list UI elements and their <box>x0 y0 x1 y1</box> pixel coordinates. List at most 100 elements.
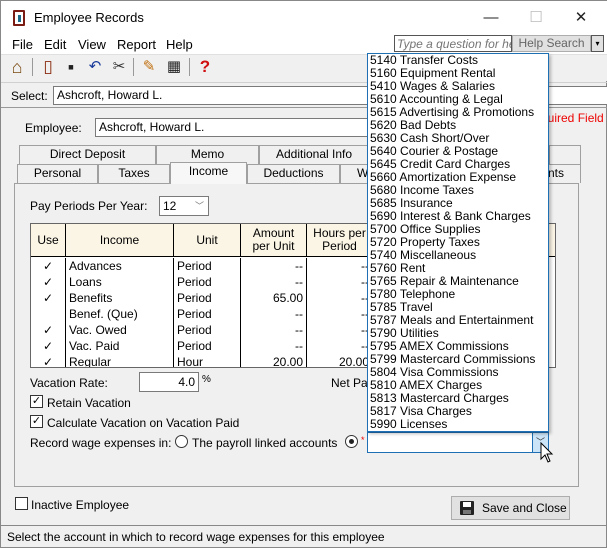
tab-income[interactable]: Income <box>170 162 247 184</box>
custom-account-radio[interactable] <box>345 435 358 448</box>
save-icon <box>460 501 474 515</box>
grid-cell-income[interactable]: Benef. (Que) <box>66 306 174 322</box>
vacation-rate-label: Vacation Rate: <box>30 376 108 390</box>
grid-cell-unit[interactable]: Hour <box>174 354 241 367</box>
help-icon[interactable]: ? <box>196 58 214 76</box>
menu-help[interactable]: Help <box>166 37 193 52</box>
calc-vacation-label: Calculate Vacation on Vacation Paid <box>47 416 240 430</box>
menu-file[interactable]: File <box>12 37 33 52</box>
grid-cell-use[interactable]: ✓ <box>31 290 66 306</box>
tab-direct-deposit[interactable]: Direct Deposit <box>19 145 156 164</box>
status-bar: Select the account in which to record wa… <box>1 525 607 548</box>
help-dropdown-button[interactable]: ▾ <box>591 35 604 52</box>
payroll-linked-radio[interactable] <box>175 435 188 448</box>
grid-header-amount: Amount per Unit <box>241 224 307 257</box>
retain-vacation-checkbox[interactable]: ✓ <box>30 395 43 408</box>
grid-cell-unit[interactable]: Period <box>174 274 241 290</box>
pay-periods-label: Pay Periods Per Year: <box>30 199 148 213</box>
calc-vacation-checkbox[interactable]: ✓ <box>30 415 43 428</box>
grid-cell-amount[interactable]: 20.00 <box>241 354 307 367</box>
grid-cell-unit[interactable]: Period <box>174 306 241 322</box>
grid-cell-hours[interactable]: -- <box>307 322 373 338</box>
grid-cell-use[interactable]: ✓ <box>31 354 66 367</box>
inactive-employee-checkbox[interactable] <box>15 497 28 510</box>
tab-additional-info[interactable]: Additional Info <box>259 145 369 164</box>
undo-icon[interactable]: ↶ <box>86 58 104 76</box>
mouse-cursor-icon <box>540 442 554 463</box>
grid-header-income: Income <box>66 224 174 257</box>
pay-periods-select[interactable]: 12 ﹀ <box>159 196 209 216</box>
toolbar-separator <box>32 58 33 76</box>
grid-cell-unit[interactable]: Period <box>174 290 241 306</box>
menu-report[interactable]: Report <box>117 37 156 52</box>
account-option[interactable]: 5990 Licenses <box>368 418 548 431</box>
employee-records-window: Employee Records — ☐ ✕ File Edit View Re… <box>0 0 607 548</box>
grid-cell-hours[interactable]: 20.00 <box>307 354 373 367</box>
grid-cell-amount[interactable]: -- <box>241 258 307 274</box>
grid-cell-unit[interactable]: Period <box>174 322 241 338</box>
eraser-icon[interactable]: ✂ <box>110 58 128 76</box>
grid-cell-amount[interactable]: 65.00 <box>241 290 307 306</box>
employee-label: Employee: <box>25 121 82 135</box>
grid-cell-use[interactable]: ✓ <box>31 338 66 354</box>
grid-cell-hours[interactable]: -- <box>307 258 373 274</box>
grid-cell-hours[interactable]: -- <box>307 338 373 354</box>
grid-cell-income[interactable]: Advances <box>66 258 174 274</box>
grid-cell-income[interactable]: Vac. Owed <box>66 322 174 338</box>
tab-back-row-hidden[interactable] <box>549 145 581 164</box>
grid-cell-amount[interactable]: -- <box>241 306 307 322</box>
toolbar-separator <box>133 58 134 76</box>
grid-cell-amount[interactable]: -- <box>241 322 307 338</box>
grid-cell-hours[interactable]: -- <box>307 274 373 290</box>
title-bar: Employee Records — ☐ ✕ <box>1 1 607 35</box>
pencil-icon[interactable]: ✎ <box>140 58 158 76</box>
menu-edit[interactable]: Edit <box>44 37 66 52</box>
save-and-close-label: Save and Close <box>482 501 567 515</box>
open-book-icon[interactable]: ▯ <box>39 58 57 76</box>
grid-cell-income[interactable]: Vac. Paid <box>66 338 174 354</box>
vacation-rate-field[interactable]: 4.0 <box>139 372 199 392</box>
chevron-down-icon: ﹀ <box>194 201 204 211</box>
grid-cell-income[interactable]: Regular <box>66 354 174 367</box>
grid-cell-unit[interactable]: Period <box>174 338 241 354</box>
tab-taxes[interactable]: Taxes <box>98 164 170 183</box>
save-icon[interactable]: ▪ <box>62 58 80 76</box>
payroll-linked-label: The payroll linked accounts <box>192 436 338 450</box>
grid-cell-use[interactable]: ✓ <box>31 274 66 290</box>
wage-account-combo[interactable]: ﹀ <box>367 432 549 453</box>
home-icon[interactable]: ⌂ <box>8 58 26 76</box>
grid-cell-hours[interactable]: -- <box>307 306 373 322</box>
menu-view[interactable]: View <box>78 37 106 52</box>
grid-cell-use[interactable]: ✓ <box>31 258 66 274</box>
check-icon: ✓ <box>31 395 42 407</box>
close-button[interactable]: ✕ <box>571 9 591 27</box>
save-and-close-button[interactable]: Save and Close <box>451 496 570 520</box>
window-title: Employee Records <box>34 10 144 25</box>
record-wage-label: Record wage expenses in: <box>30 436 172 450</box>
minimize-button[interactable]: — <box>481 9 501 27</box>
grid-cell-income[interactable]: Loans <box>66 274 174 290</box>
grid-cell-amount[interactable]: -- <box>241 274 307 290</box>
grid-header-hours: Hours per Period <box>307 224 373 257</box>
tab-personal[interactable]: Personal <box>17 164 98 183</box>
grid-cell-hours[interactable]: -- <box>307 290 373 306</box>
pay-periods-value: 12 <box>163 199 177 213</box>
percent-sign: % <box>202 374 211 385</box>
grid-cell-use[interactable] <box>31 306 66 322</box>
grid-cell-income[interactable]: Benefits <box>66 290 174 306</box>
required-field-note: quired Field <box>541 111 604 125</box>
account-dropdown-list[interactable]: 5140 Transfer Costs 5160 Equipment Rental… <box>367 53 549 432</box>
select-label: Select: <box>11 89 48 103</box>
calculator-icon[interactable]: ▦ <box>165 58 183 76</box>
help-search-button[interactable]: Help Search <box>512 35 591 52</box>
grid-cell-use[interactable]: ✓ <box>31 322 66 338</box>
help-question-input[interactable] <box>394 35 512 52</box>
required-mark: * <box>361 435 365 445</box>
grid-header-use: Use <box>31 224 66 257</box>
tab-deductions[interactable]: Deductions <box>247 164 340 183</box>
grid-cell-unit[interactable]: Period <box>174 258 241 274</box>
maximize-button[interactable]: ☐ <box>526 9 546 27</box>
inactive-employee-label: Inactive Employee <box>31 498 130 512</box>
grid-cell-amount[interactable]: -- <box>241 338 307 354</box>
employee-name-field[interactable]: Ashcroft, Howard L. <box>95 118 375 137</box>
